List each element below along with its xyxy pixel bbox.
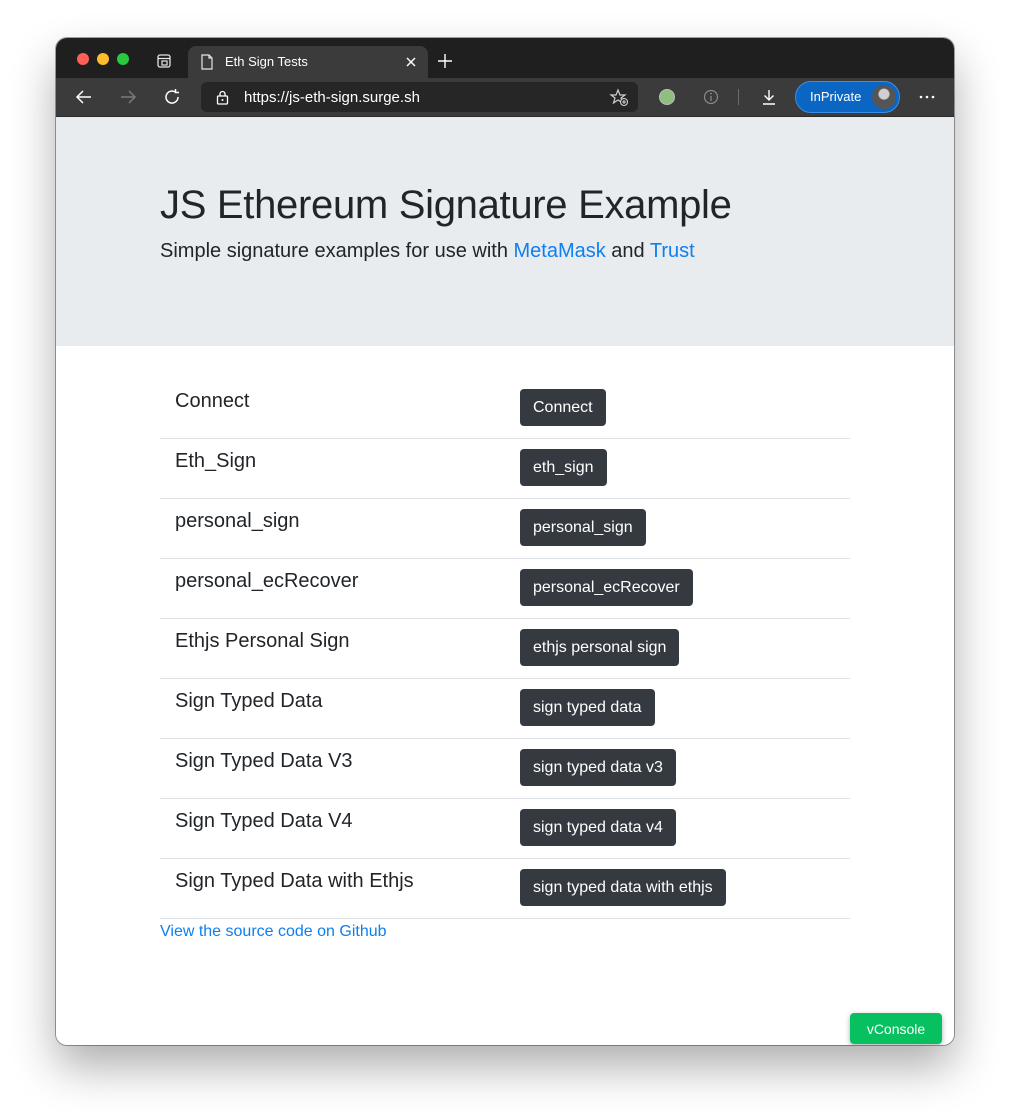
lead-and: and: [605, 240, 650, 262]
browser-toolbar: https://js-eth-sign.surge.sh InPrivate: [56, 78, 954, 117]
page-title: JS Ethereum Signature Example: [160, 183, 732, 227]
row-label: Connect: [175, 390, 250, 412]
table-row: personal_sign personal_sign: [160, 499, 850, 559]
inprivate-button[interactable]: InPrivate: [795, 81, 900, 113]
minimize-window-button[interactable]: [97, 53, 109, 65]
lead-text: Simple signature examples for use with M…: [160, 240, 695, 263]
refresh-icon[interactable]: [163, 88, 181, 106]
table-row: Sign Typed Data with Ethjs sign typed da…: [160, 859, 850, 919]
connect-button[interactable]: Connect: [520, 389, 606, 426]
table-row: personal_ecRecover personal_ecRecover: [160, 559, 850, 619]
page-icon: [201, 54, 213, 70]
github-source-link[interactable]: View the source code on Github: [160, 923, 387, 941]
jumbotron: JS Ethereum Signature Example Simple sig…: [56, 117, 954, 346]
row-label: personal_sign: [175, 510, 300, 532]
add-favorite-icon[interactable]: [609, 88, 629, 107]
tab-strip: Eth Sign Tests: [56, 38, 954, 78]
address-bar[interactable]: https://js-eth-sign.surge.sh: [201, 82, 638, 112]
vconsole-button[interactable]: vConsole: [850, 1013, 942, 1044]
sign-typed-data-v3-button[interactable]: sign typed data v3: [520, 749, 676, 786]
page-viewport: JS Ethereum Signature Example Simple sig…: [56, 117, 954, 1045]
table-row: Sign Typed Data V3 sign typed data v3: [160, 739, 850, 799]
tab-title: Eth Sign Tests: [225, 54, 308, 69]
close-icon[interactable]: [404, 55, 418, 69]
extension-icon[interactable]: [658, 88, 676, 106]
personal-sign-button[interactable]: personal_sign: [520, 509, 646, 546]
table-row: Sign Typed Data sign typed data: [160, 679, 850, 739]
row-label: Eth_Sign: [175, 450, 257, 472]
trust-link[interactable]: Trust: [650, 240, 695, 262]
back-arrow-icon[interactable]: [75, 88, 93, 106]
ethjs-personal-sign-button[interactable]: ethjs personal sign: [520, 629, 680, 666]
metamask-link[interactable]: MetaMask: [514, 240, 606, 262]
lock-icon[interactable]: [216, 90, 229, 105]
info-icon[interactable]: [703, 89, 719, 105]
lead-prefix: Simple signature examples for use with: [160, 240, 514, 262]
row-label: personal_ecRecover: [175, 570, 359, 592]
table-row: Eth_Sign eth_sign: [160, 439, 850, 499]
sign-typed-data-ethjs-button[interactable]: sign typed data with ethjs: [520, 869, 726, 906]
avatar: [872, 85, 896, 109]
table-row: Sign Typed Data V4 sign typed data v4: [160, 799, 850, 859]
toolbar-divider: [738, 89, 739, 105]
row-label: Sign Typed Data with Ethjs: [175, 870, 414, 892]
zoom-window-button[interactable]: [117, 53, 129, 65]
row-label: Sign Typed Data V4: [175, 810, 353, 832]
personal-ecrecover-button[interactable]: personal_ecRecover: [520, 569, 693, 606]
url-text[interactable]: https://js-eth-sign.surge.sh: [244, 89, 420, 106]
sign-typed-data-button[interactable]: sign typed data: [520, 689, 655, 726]
forward-arrow-icon[interactable]: [119, 88, 137, 106]
download-icon[interactable]: [760, 88, 778, 106]
signature-table: Connect Connect Eth_Sign eth_sign person…: [160, 379, 850, 919]
more-icon[interactable]: [918, 88, 936, 106]
row-label: Sign Typed Data: [175, 690, 323, 712]
row-label: Sign Typed Data V3: [175, 750, 353, 772]
browser-window: Eth Sign Tests https://js-eth-sign.surge…: [56, 38, 954, 1045]
table-row: Connect Connect: [160, 379, 850, 439]
table-row: Ethjs Personal Sign ethjs personal sign: [160, 619, 850, 679]
eth-sign-button[interactable]: eth_sign: [520, 449, 607, 486]
tab-eth-sign-tests[interactable]: Eth Sign Tests: [188, 46, 428, 78]
close-window-button[interactable]: [77, 53, 89, 65]
row-label: Ethjs Personal Sign: [175, 630, 350, 652]
tab-actions-icon[interactable]: [157, 54, 171, 68]
inprivate-label: InPrivate: [810, 89, 862, 104]
sign-typed-data-v4-button[interactable]: sign typed data v4: [520, 809, 676, 846]
plus-icon[interactable]: [437, 53, 453, 69]
